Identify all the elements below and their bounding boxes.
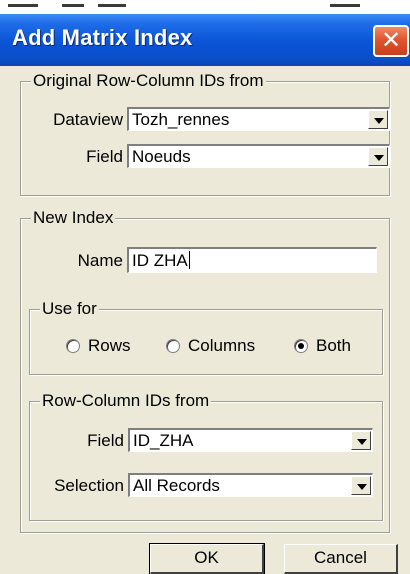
row-col-ids-group: Row-Column IDs from Field ID_ZHA Selecti… xyxy=(29,391,383,521)
radio-both-label[interactable]: Both xyxy=(316,336,351,356)
edge-dash xyxy=(330,4,360,7)
radio-columns-label[interactable]: Columns xyxy=(188,336,255,356)
chevron-down-icon[interactable] xyxy=(351,476,371,495)
text-caret xyxy=(188,251,190,269)
row-col-ids-legend: Row-Column IDs from xyxy=(40,391,212,411)
row-col-field-label: Field xyxy=(87,431,124,450)
radio-rows-label[interactable]: Rows xyxy=(88,336,131,356)
index-name-value: ID ZHA xyxy=(132,251,190,271)
selection-label: Selection xyxy=(54,476,124,495)
use-for-legend: Use for xyxy=(40,299,99,319)
row-col-field-value: ID_ZHA xyxy=(133,431,194,450)
radio-both[interactable]: Both xyxy=(294,336,374,358)
edge-dash xyxy=(8,4,38,7)
cancel-button[interactable]: Cancel xyxy=(284,544,398,574)
title-bar[interactable]: Add Matrix Index ✕ xyxy=(0,14,410,66)
dataview-dropdown[interactable]: Tozh_rennes xyxy=(127,107,390,131)
field-value: Noeuds xyxy=(132,147,191,166)
radio-columns[interactable]: Columns xyxy=(166,336,276,358)
radio-columns-indicator[interactable] xyxy=(166,339,180,353)
radio-both-indicator[interactable] xyxy=(294,339,308,353)
edge-dash xyxy=(98,4,126,7)
ok-button[interactable]: OK xyxy=(149,543,265,574)
dataview-label: Dataview xyxy=(53,110,123,129)
index-name-input[interactable]: ID ZHA xyxy=(127,247,377,273)
original-ids-group: Original Row-Column IDs from Dataview To… xyxy=(20,71,390,196)
radio-rows[interactable]: Rows xyxy=(66,336,146,358)
field-dropdown[interactable]: Noeuds xyxy=(127,144,390,168)
field-label: Field xyxy=(86,147,123,166)
use-for-group: Use for Rows Columns Both xyxy=(29,299,383,375)
dataview-value: Tozh_rennes xyxy=(132,110,230,129)
close-icon: ✕ xyxy=(380,26,402,54)
window-title: Add Matrix Index xyxy=(12,25,193,50)
dialog-body: Original Row-Column IDs from Dataview To… xyxy=(0,66,410,574)
selection-dropdown[interactable]: All Records xyxy=(128,473,373,497)
close-button[interactable]: ✕ xyxy=(373,25,409,57)
selection-value: All Records xyxy=(133,476,220,495)
top-edge-strip xyxy=(0,0,410,14)
index-name-text: ID ZHA xyxy=(132,251,188,270)
original-ids-legend: Original Row-Column IDs from xyxy=(31,71,266,91)
edge-dash xyxy=(62,4,84,7)
radio-rows-indicator[interactable] xyxy=(66,339,80,353)
new-index-group: New Index Name ID ZHA Use for Rows Colum… xyxy=(20,208,390,533)
name-label: Name xyxy=(77,251,123,270)
chevron-down-icon[interactable] xyxy=(368,147,388,166)
row-col-field-dropdown[interactable]: ID_ZHA xyxy=(128,428,373,452)
new-index-legend: New Index xyxy=(31,208,116,228)
chevron-down-icon[interactable] xyxy=(368,110,388,129)
chevron-down-icon[interactable] xyxy=(351,431,371,450)
